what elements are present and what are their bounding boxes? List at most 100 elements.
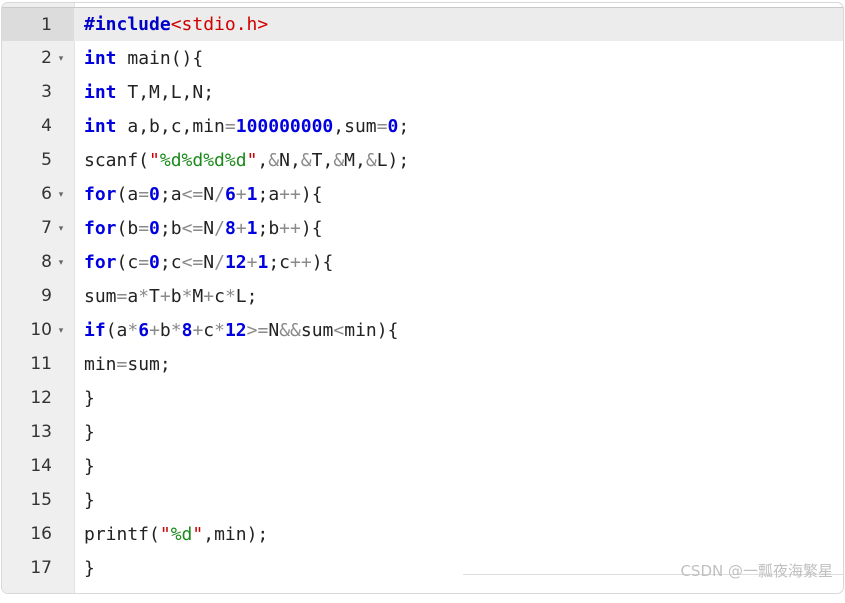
line-number-cell: 12▾ (2, 381, 74, 415)
code-token: ;b (257, 217, 280, 239)
code-token: 1 (246, 217, 258, 239)
code-text[interactable]: for(a=0;a<=N/6+1;a++){ (74, 184, 843, 205)
code-text[interactable]: printf("%d",min); (74, 524, 843, 545)
code-text[interactable]: } (74, 422, 843, 443)
code-token: = (138, 251, 150, 273)
code-token: T (149, 285, 160, 307)
code-token: <stdio.h> (170, 14, 269, 35)
line-number: 8 (41, 252, 52, 272)
code-text[interactable]: if(a*6+b*8+c*12>=N&&sum<min){ (74, 320, 843, 341)
code-line[interactable]: 2 ▾ int main(){ (2, 41, 843, 75)
code-text[interactable]: #include<stdio.h> (74, 14, 843, 35)
fold-toggle-icon[interactable]: ▾ (52, 54, 70, 64)
code-token: (a (116, 183, 139, 205)
code-token: / (214, 217, 225, 239)
code-line[interactable]: 3▾int T,M,L,N; (2, 75, 843, 109)
code-token: 0 (149, 183, 160, 205)
line-number: 4 (41, 116, 52, 136)
line-number: 16 (30, 524, 52, 544)
code-line[interactable]: 14▾} (2, 449, 843, 483)
code-text[interactable]: } (74, 456, 843, 477)
code-token: N (203, 251, 215, 273)
code-line[interactable]: 13▾} (2, 415, 843, 449)
code-token: sum; (127, 353, 171, 375)
code-token: = (116, 285, 128, 307)
code-line[interactable]: 11▾min=sum; (2, 347, 843, 381)
code-line[interactable]: 9▾sum=a*T+b*M+c*L; (2, 279, 843, 313)
code-token: <= (181, 183, 204, 205)
fold-toggle-icon[interactable]: ▾ (52, 190, 70, 200)
code-line[interactable]: 1▾#include<stdio.h> (2, 7, 843, 41)
code-token: >= (246, 319, 269, 341)
line-number: 14 (30, 456, 52, 476)
code-text[interactable]: } (74, 388, 843, 409)
code-text[interactable]: int a,b,c,min=100000000,sum=0; (74, 116, 843, 137)
code-token: * (181, 285, 193, 307)
code-token: * (214, 319, 225, 341)
line-number: 9 (41, 286, 52, 306)
line-number: 5 (41, 150, 52, 170)
code-token: N (268, 319, 280, 341)
code-line[interactable]: 4▾int a,b,c,min=100000000,sum=0; (2, 109, 843, 143)
code-token: ;c (159, 251, 182, 273)
code-token: + (159, 285, 171, 307)
code-line[interactable]: 7 ▾ for(b=0;b<=N/8+1;b++){ (2, 211, 843, 245)
code-token: ;c (268, 251, 291, 273)
csdn-watermark: CSDN @一瓢夜海繁星 (680, 562, 833, 580)
fold-toggle-icon[interactable]: ▾ (52, 258, 70, 268)
code-token: if (84, 319, 106, 341)
fold-toggle-icon[interactable]: ▾ (52, 326, 70, 336)
code-token: 100000000 (235, 115, 334, 137)
code-token: N, (279, 149, 301, 171)
code-line[interactable]: 12▾} (2, 381, 843, 415)
code-token: #include (84, 14, 171, 35)
line-number-cell: 10 ▾ (2, 313, 74, 347)
code-token: N (203, 217, 215, 239)
code-token: & (365, 149, 377, 171)
code-line[interactable]: 6 ▾ for(a=0;a<=N/6+1;a++){ (2, 177, 843, 211)
code-lines: 1▾#include<stdio.h>2▾int main(){3▾int T,… (2, 3, 843, 585)
code-token: ){ (300, 183, 323, 205)
code-text[interactable]: int main(){ (74, 48, 843, 69)
code-token: = (376, 115, 388, 137)
code-token: & (300, 149, 312, 171)
line-number-cell: 1▾ (2, 8, 74, 41)
code-token: <= (181, 251, 204, 273)
code-line[interactable]: 16▾printf("%d",min); (2, 517, 843, 551)
code-token: 0 (387, 115, 399, 137)
code-token: } (84, 557, 95, 579)
code-editor[interactable]: 1▾#include<stdio.h>2▾int main(){3▾int T,… (1, 2, 844, 594)
code-text[interactable]: min=sum; (74, 354, 843, 375)
code-text[interactable]: } (74, 490, 843, 511)
line-number: 3 (41, 82, 52, 102)
code-token: ){ (300, 217, 323, 239)
code-text[interactable]: for(b=0;b<=N/8+1;b++){ (74, 218, 843, 239)
code-text[interactable]: scanf("%d%d%d%d",&N,&T,&M,&L); (74, 150, 843, 171)
code-line[interactable]: 15▾} (2, 483, 843, 517)
code-token: / (214, 251, 225, 273)
code-token: M, (344, 149, 366, 171)
code-token: for (84, 251, 117, 273)
code-text[interactable]: sum=a*T+b*M+c*L; (74, 286, 843, 307)
code-text[interactable]: for(c=0;c<=N/12+1;c++){ (74, 252, 843, 273)
line-number-cell: 15▾ (2, 483, 74, 517)
code-token: M (192, 285, 204, 307)
code-text[interactable]: int T,M,L,N; (74, 82, 843, 103)
code-token: = (116, 353, 128, 375)
code-token: && (279, 319, 301, 341)
fold-toggle-icon[interactable]: ▾ (52, 224, 70, 234)
code-line[interactable]: 8 ▾ for(c=0;c<=N/12+1;c++){ (2, 245, 843, 279)
line-number: 13 (30, 422, 52, 442)
code-token: 12 (224, 319, 247, 341)
code-line[interactable]: 5▾scanf("%d%d%d%d",&N,&T,&M,&L); (2, 143, 843, 177)
code-token: ;a (257, 183, 280, 205)
code-token: <= (181, 217, 204, 239)
code-token: * (224, 285, 236, 307)
code-token: int (84, 81, 117, 103)
line-number: 11 (30, 354, 52, 374)
line-number: 10 (30, 320, 52, 340)
code-token: int (84, 115, 117, 137)
code-token: b (170, 285, 182, 307)
code-token: } (84, 489, 95, 511)
code-line[interactable]: 10 ▾ if(a*6+b*8+c*12>=N&&sum<min){ (2, 313, 843, 347)
